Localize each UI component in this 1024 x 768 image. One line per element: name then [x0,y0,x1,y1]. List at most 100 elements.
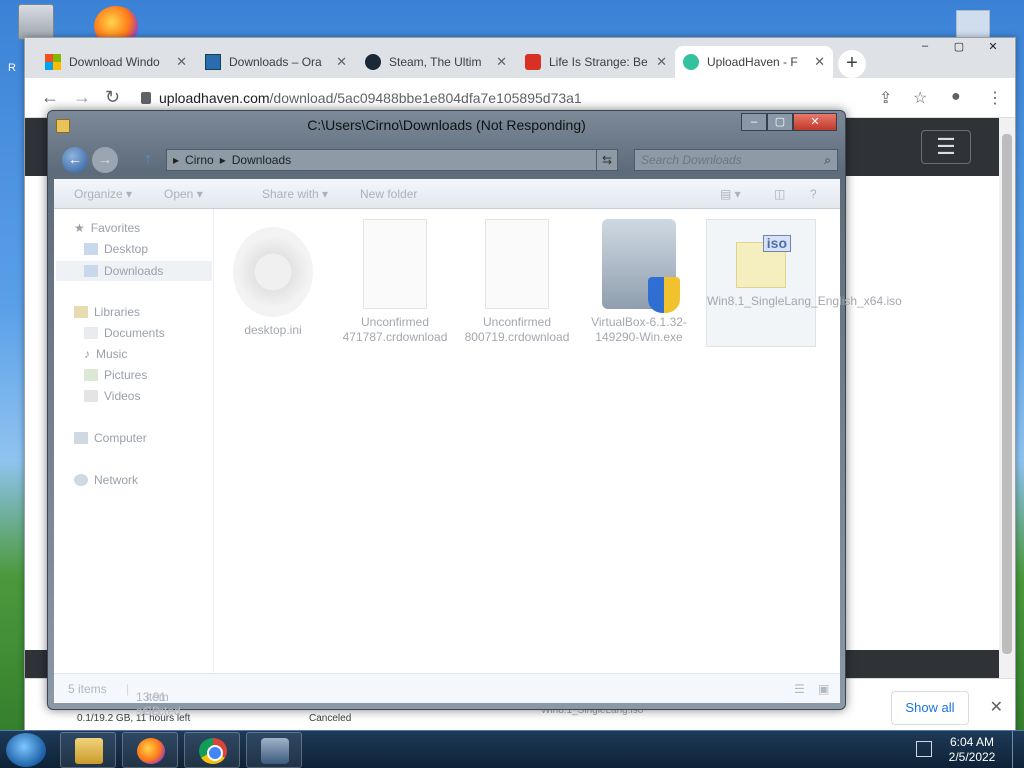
file-name: Unconfirmed 471787.crdownload [342,315,448,344]
search-icon[interactable]: ⌕ [824,150,831,170]
taskbar-chrome[interactable] [184,732,240,768]
file-item[interactable]: Unconfirmed 471787.crdownload [340,219,450,345]
refresh-icon[interactable]: ⇆ [596,149,618,171]
file-item[interactable]: desktop.ini [218,219,328,338]
download-item-status[interactable]: Canceled [309,713,351,724]
window-title: C:\Users\Cirno\Downloads (Not Responding… [307,117,586,133]
nav-label: Computer [94,431,147,445]
details-view-icon[interactable]: ☰ [794,682,805,696]
address-bar[interactable]: uploadhaven.com/download/5ac09488bbe1e80… [141,85,921,111]
help-icon[interactable]: ? [810,187,817,201]
close-window-button[interactable]: ✕ [979,40,1007,58]
back-icon[interactable]: ← [41,87,59,108]
nav-network[interactable]: Network [74,473,138,487]
view-options-icon[interactable]: ▤ ▾ [720,187,741,201]
network-icon [74,474,88,486]
nav-documents[interactable]: Documents [84,326,165,340]
steam-icon [365,54,381,70]
forward-icon[interactable]: → [73,87,91,108]
close-tab-icon[interactable]: ✕ [814,54,825,70]
lock-icon[interactable] [141,92,151,104]
selected-size: 3.91 GB [142,690,167,718]
close-tab-icon[interactable]: ✕ [336,54,347,70]
address-bar[interactable]: ▸ Cirno ▸ Downloads ▾ [166,149,610,171]
bookmark-star-icon[interactable]: ☆ [913,88,927,108]
file-name: Unconfirmed 800719.crdownload [464,315,570,344]
large-icons-view-icon[interactable]: ▣ [818,682,829,696]
nav-downloads[interactable]: Downloads [56,261,212,281]
downloads-site-icon [205,54,221,70]
nav-label: Downloads [104,264,164,278]
nav-libraries[interactable]: Libraries [74,305,140,319]
nav-label: Desktop [104,242,149,256]
close-download-bar-icon[interactable]: ✕ [990,697,1003,717]
show-all-button[interactable]: Show all [891,691,969,725]
breadcrumb-downloads[interactable]: Downloads [232,153,291,167]
close-tab-icon[interactable]: ✕ [656,54,667,70]
system-clock[interactable]: 6:04 AM 2/5/2022 [944,735,1000,765]
breadcrumb-cirno[interactable]: Cirno [185,153,214,167]
minimize-button[interactable]: – [741,113,767,131]
new-tab-button[interactable]: + [838,50,866,78]
start-button[interactable] [6,733,46,767]
menu-icon[interactable]: ⋮ [987,88,1003,108]
nav-computer[interactable]: Computer [74,431,147,445]
close-tab-icon[interactable]: ✕ [176,54,187,70]
back-icon[interactable]: ← [62,147,88,173]
open-menu[interactable]: Open ▾ [164,187,203,201]
show-desktop-button[interactable] [1012,731,1024,768]
share-icon[interactable]: ⇪ [879,88,892,108]
file-name: desktop.ini [244,323,302,337]
preview-pane-icon[interactable]: ◫ [774,187,785,201]
iso-badge: iso [762,235,791,252]
recycle-bin-icon[interactable] [18,4,54,40]
file-item-selected[interactable]: iso Win8.1_SingleLang_English_x64.iso [706,219,902,347]
network-tray-icon[interactable] [916,741,932,757]
share-with-menu[interactable]: Share with ▾ [262,187,328,201]
nav-pictures[interactable]: Pictures [84,368,147,382]
window-controls: – ▢ ✕ [741,113,837,131]
tab-download-windows[interactable]: Download Windo ✕ [37,46,195,78]
tab-downloads[interactable]: Downloads – Ora ✕ [197,46,355,78]
file-item[interactable]: VirtualBox-6.1.32-149290-Win.exe [584,219,694,345]
pictures-icon [84,369,98,381]
file-list: desktop.ini Unconfirmed 471787.crdownloa… [218,209,902,673]
nav-desktop[interactable]: Desktop [84,242,148,256]
organize-menu[interactable]: Organize ▾ [74,187,132,201]
scrollbar-thumb[interactable] [1002,134,1012,654]
hamburger-menu-button[interactable]: ☰ [921,130,971,164]
tab-life-is-strange[interactable]: Life Is Strange: Be ✕ [517,46,675,78]
close-tab-icon[interactable]: ✕ [496,54,507,70]
maximize-button[interactable]: ▢ [945,40,973,58]
nav-music[interactable]: ♪ Music [84,347,127,361]
file-item[interactable]: Unconfirmed 800719.crdownload [462,219,572,345]
nav-favorites[interactable]: ★ Favorites [74,221,140,235]
tab-steam[interactable]: Steam, The Ultim ✕ [357,46,515,78]
tab-uploadhaven[interactable]: UploadHaven - F ✕ [675,46,833,78]
search-input[interactable]: Search Downloads ⌕ [634,149,838,171]
nav-videos[interactable]: Videos [84,389,140,403]
minimize-button[interactable]: – [911,40,939,58]
downloads-icon [84,265,98,277]
navigation-buttons: ← → ↑ [62,147,152,173]
maximize-button[interactable]: ▢ [767,113,793,131]
lock-icon [525,54,541,70]
tab-title: Downloads – Ora [229,55,322,69]
scrollbar[interactable] [999,118,1015,678]
taskbar-explorer[interactable] [60,732,116,768]
forward-icon[interactable]: → [92,147,118,173]
up-arrow-icon[interactable]: ↑ [144,147,152,173]
nav-label: Videos [104,389,141,403]
new-folder-button[interactable]: New folder [360,187,417,201]
nav-label: Pictures [104,368,148,382]
taskbar-virtualbox[interactable] [246,732,302,768]
taskbar-firefox[interactable] [122,732,178,768]
chrome-icon [199,738,227,764]
windows-logo-icon [45,54,61,70]
nav-label: Libraries [94,305,141,319]
reload-icon[interactable]: ↻ [105,87,120,108]
close-window-button[interactable]: ✕ [793,113,837,131]
chevron-right-icon[interactable]: ▸ [220,153,226,167]
profile-icon[interactable]: ● [951,88,961,106]
explorer-window: C:\Users\Cirno\Downloads (Not Responding… [47,110,902,718]
